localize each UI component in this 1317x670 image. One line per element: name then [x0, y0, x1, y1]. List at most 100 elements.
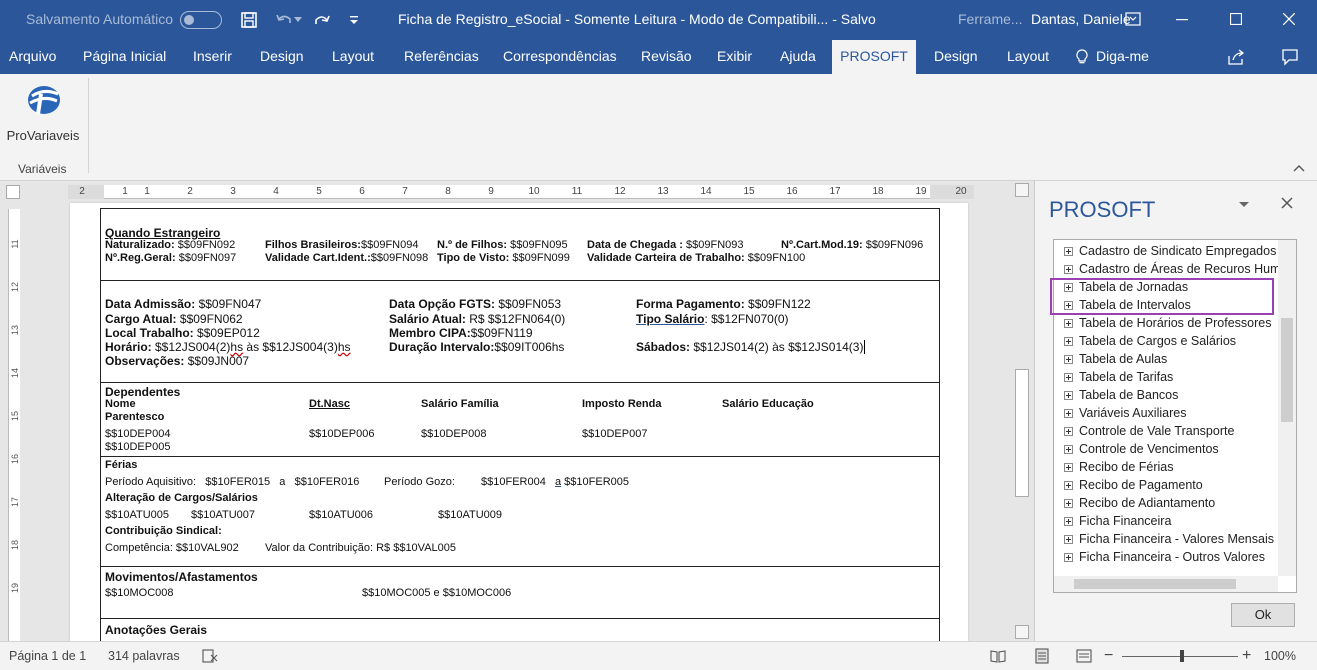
- expand-icon[interactable]: [1064, 463, 1073, 472]
- expand-icon[interactable]: [1064, 355, 1073, 364]
- tree-item[interactable]: Variáveis Auxiliares: [1064, 404, 1186, 422]
- tab-layout[interactable]: Layout: [324, 40, 382, 74]
- tree-item[interactable]: Tabela de Cargos e Salários: [1064, 332, 1236, 350]
- ok-button[interactable]: Ok: [1231, 603, 1295, 627]
- table-cell: $$10DEP007: [582, 428, 648, 440]
- tab-revisao[interactable]: Revisão: [633, 40, 700, 74]
- tab-design-table[interactable]: Design: [926, 40, 986, 74]
- hruler-label: 16: [786, 186, 798, 197]
- close-icon[interactable]: [1275, 6, 1303, 32]
- expand-icon[interactable]: [1064, 409, 1073, 418]
- document-page[interactable]: Quando Estrangeiro Naturalizado: $$09FN0…: [70, 203, 968, 641]
- tree-item[interactable]: Tabela de Bancos: [1064, 386, 1178, 404]
- scroll-up-icon[interactable]: [1015, 183, 1029, 197]
- user-name[interactable]: Dantas, Daniele: [1031, 11, 1131, 27]
- expand-icon[interactable]: [1064, 373, 1073, 382]
- print-layout-icon[interactable]: [1034, 648, 1050, 664]
- maximize-icon[interactable]: [1222, 6, 1250, 32]
- tree-item[interactable]: Ficha Financeira - Outros Valores: [1064, 548, 1265, 566]
- zoom-slider-thumb[interactable]: [1180, 650, 1184, 662]
- zoom-out-icon[interactable]: −: [1104, 647, 1113, 665]
- field-tipo-visto: Tipo de Visto: $$09FN099: [437, 252, 570, 264]
- tree-item[interactable]: Recibo de Férias: [1064, 458, 1174, 476]
- field-naturalizado: Naturalizado: $$09FN092: [105, 239, 236, 251]
- scroll-down-icon[interactable]: [1015, 625, 1029, 639]
- tree-item[interactable]: Tabela de Aulas: [1064, 350, 1167, 368]
- tree-hscroll-thumb[interactable]: [1074, 579, 1236, 589]
- expand-icon[interactable]: [1064, 499, 1073, 508]
- undo-dropdown-icon[interactable]: [292, 8, 304, 32]
- hruler-label: 10: [528, 186, 540, 197]
- hruler-label: 13: [657, 186, 669, 197]
- tab-selector[interactable]: [6, 185, 20, 199]
- expand-icon[interactable]: [1064, 265, 1073, 274]
- web-layout-icon[interactable]: [1076, 648, 1092, 664]
- table-cell: $$10MOC005 e $$10MOC006: [362, 587, 512, 599]
- customize-qat-icon[interactable]: [342, 8, 366, 32]
- read-mode-icon[interactable]: [990, 648, 1006, 664]
- tell-me-search[interactable]: Diga-me: [1088, 40, 1157, 74]
- tree-scroll-thumb[interactable]: [1281, 318, 1293, 422]
- tree-vertical-scrollbar[interactable]: [1278, 240, 1296, 576]
- ribbon-display-options-icon[interactable]: [1119, 6, 1147, 32]
- tree-item[interactable]: Tabela de Horários de Professores: [1064, 314, 1271, 332]
- section-subtitle: Contribuição Sindical:: [105, 525, 222, 537]
- pane-options-icon[interactable]: [1237, 197, 1253, 213]
- expand-icon[interactable]: [1064, 337, 1073, 346]
- pane-close-icon[interactable]: [1280, 196, 1296, 212]
- redo-icon[interactable]: [310, 8, 334, 32]
- field-filhos-brasileiros: Filhos Brasileiros:$$09FN094: [265, 239, 419, 251]
- tab-referencias[interactable]: Referências: [396, 40, 487, 74]
- tree-horizontal-scrollbar[interactable]: [1054, 576, 1278, 592]
- tab-layout-table[interactable]: Layout: [999, 40, 1057, 74]
- tab-ajuda[interactable]: Ajuda: [772, 40, 824, 74]
- tab-inserir[interactable]: Inserir: [185, 40, 240, 74]
- tree-item[interactable]: Tabela de Tarifas: [1064, 368, 1173, 386]
- vruler-label: 16: [10, 454, 20, 465]
- tree-item[interactable]: Cadastro de Sindicato Empregados: [1064, 242, 1276, 260]
- minimize-icon[interactable]: [1168, 6, 1196, 32]
- tab-pagina-inicial[interactable]: Página Inicial: [75, 40, 174, 74]
- tree-item[interactable]: Ficha Financeira: [1064, 512, 1171, 530]
- section-ferias: Férias Período Aquisitivo: $$10FER015 a …: [100, 456, 940, 567]
- tree-item[interactable]: Ficha Financeira - Valores Mensais: [1064, 530, 1274, 548]
- tree-item[interactable]: Controle de Vencimentos: [1064, 440, 1219, 458]
- tab-design[interactable]: Design: [252, 40, 312, 74]
- expand-icon[interactable]: [1064, 427, 1073, 436]
- expand-icon[interactable]: [1064, 517, 1073, 526]
- share-icon[interactable]: [1224, 45, 1248, 69]
- expand-icon[interactable]: [1064, 553, 1073, 562]
- tab-arquivo[interactable]: Arquivo: [1, 40, 64, 74]
- expand-icon[interactable]: [1064, 391, 1073, 400]
- proofing-icon[interactable]: [202, 648, 218, 664]
- expand-icon[interactable]: [1064, 535, 1073, 544]
- tree-item[interactable]: Recibo de Pagamento: [1064, 476, 1203, 494]
- zoom-level[interactable]: 100%: [1264, 649, 1296, 663]
- zoom-in-icon[interactable]: +: [1242, 647, 1251, 665]
- expand-icon[interactable]: [1064, 247, 1073, 256]
- expand-icon[interactable]: [1064, 445, 1073, 454]
- collapse-ribbon-icon[interactable]: [1292, 162, 1306, 176]
- word-count[interactable]: 314 palavras: [108, 649, 180, 663]
- hruler-label: 2: [187, 186, 193, 197]
- tree-item[interactable]: Recibo de Adiantamento: [1064, 494, 1215, 512]
- scroll-thumb[interactable]: [1015, 369, 1029, 497]
- field-membro-cipa: Membro CIPA:$$09FN119: [389, 326, 533, 340]
- tree-item[interactable]: Cadastro de Áreas de Recuros Hum: [1064, 260, 1280, 278]
- tree-item[interactable]: Controle de Vale Transporte: [1064, 422, 1234, 440]
- field-cargo-atual: Cargo Atual: $$09FN062: [105, 312, 243, 326]
- comments-icon[interactable]: [1278, 45, 1302, 69]
- document-scrollbar[interactable]: [1012, 181, 1032, 641]
- page-count[interactable]: Página 1 de 1: [9, 649, 86, 663]
- tab-correspondencias[interactable]: Correspondências: [495, 40, 625, 74]
- hruler-label: 11: [571, 186, 583, 197]
- autosave-toggle[interactable]: [180, 11, 222, 29]
- column-header: Salário Educação: [722, 398, 814, 410]
- provariaveis-button[interactable]: ProVariaveis: [4, 80, 82, 150]
- tab-prosoft[interactable]: PROSOFT: [832, 40, 916, 74]
- save-icon[interactable]: [237, 8, 261, 32]
- table-cell: $$10DEP005: [105, 441, 171, 453]
- tab-exibir[interactable]: Exibir: [709, 40, 760, 74]
- expand-icon[interactable]: [1064, 481, 1073, 490]
- expand-icon[interactable]: [1064, 319, 1073, 328]
